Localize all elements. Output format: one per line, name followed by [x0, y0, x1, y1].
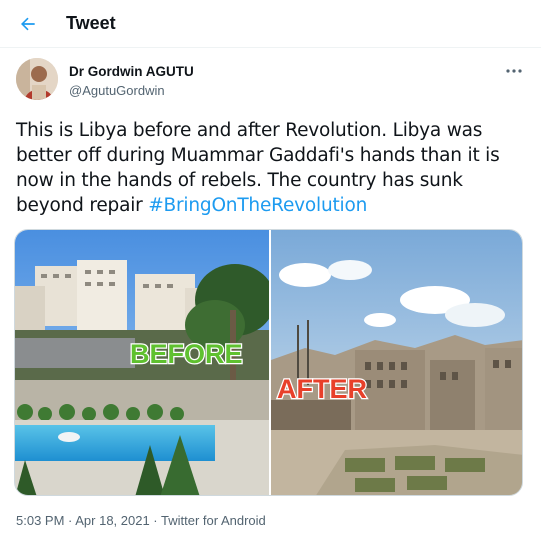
author-handle[interactable]: @AgutuGordwin: [69, 83, 165, 98]
tweet-timestamp[interactable]: 5:03 PM · Apr 18, 2021 · Twitter for And…: [16, 513, 266, 528]
tweet-image[interactable]: BEFORE AFTER: [14, 229, 523, 496]
page-title: Tweet: [66, 13, 116, 33]
after-label: AFTER: [277, 374, 367, 404]
back-arrow-icon: [21, 17, 35, 31]
top-bar: Tweet: [0, 0, 541, 48]
before-label: BEFORE: [130, 339, 243, 369]
tweet-text: This is Libya before and after Revolutio…: [16, 118, 526, 218]
avatar[interactable]: [16, 58, 58, 100]
after-photo: [271, 230, 522, 495]
back-button[interactable]: [14, 10, 42, 38]
more-icon: [506, 69, 522, 73]
hashtag-link[interactable]: #BringOnTheRevolution: [148, 195, 367, 216]
author-name[interactable]: Dr Gordwin AGUTU: [69, 64, 194, 79]
more-button[interactable]: [499, 58, 529, 84]
